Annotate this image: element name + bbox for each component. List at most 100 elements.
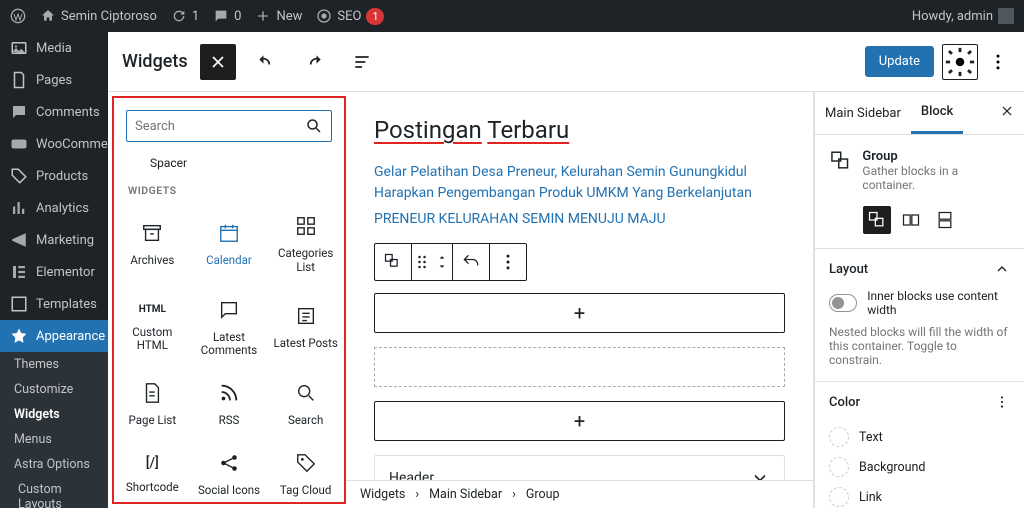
variation-group[interactable] <box>863 206 891 234</box>
color-background[interactable]: Background <box>829 452 1010 482</box>
crumb-widgets[interactable]: Widgets <box>360 487 405 502</box>
color-link[interactable]: Link <box>829 482 1010 508</box>
menu-appearance[interactable]: Appearance <box>0 320 108 352</box>
block-card: Group Gather blocks in a container. <box>815 135 1024 206</box>
list-view-button[interactable] <box>344 44 380 80</box>
panel-layout-header[interactable]: Layout <box>815 249 1024 289</box>
block-grid: Archives Calendar Categories List HTMLCu… <box>114 203 344 504</box>
wp-admin-menu: Media Pages Comments WooCommerce Product… <box>0 32 108 508</box>
more-icon <box>994 394 1010 410</box>
post-link-2[interactable]: PRENEUR KELURAHAN SEMIN MENUJU MAJU <box>374 209 785 230</box>
menu-analytics[interactable]: Analytics <box>0 192 108 224</box>
content-width-label: Inner blocks use content width <box>867 289 1010 317</box>
post-link-1[interactable]: Gelar Pelatihan Desa Preneur, Kelurahan … <box>374 162 785 204</box>
howdy-text: Howdy, admin <box>912 9 993 24</box>
inserter-search[interactable] <box>126 110 332 142</box>
howdy-link[interactable]: Howdy, admin <box>912 8 1014 24</box>
block-latest-posts[interactable]: Latest Posts <box>267 287 344 371</box>
submenu-customize[interactable]: Customize <box>0 377 108 402</box>
block-shortcode[interactable]: [/]Shortcode <box>114 440 191 504</box>
block-title: Group <box>862 149 1010 164</box>
block-more-button[interactable] <box>490 244 526 280</box>
block-latest-comments[interactable]: Latest Comments <box>191 287 268 371</box>
group-variations <box>815 206 1024 248</box>
block-archives[interactable]: Archives <box>114 203 191 287</box>
block-categories[interactable]: Categories List <box>267 203 344 287</box>
submenu-themes[interactable]: Themes <box>0 352 108 377</box>
layout-help: Nested blocks will fill the width of thi… <box>829 325 1010 367</box>
close-inserter-button[interactable] <box>200 44 236 80</box>
panel-layout: Layout Inner blocks use content width Ne… <box>815 248 1024 381</box>
block-tag-cloud[interactable]: Tag Cloud <box>267 440 344 504</box>
crumb-sidebar[interactable]: Main Sidebar <box>429 487 502 502</box>
block-toolbar <box>374 243 527 281</box>
drag-handle[interactable] <box>412 244 432 280</box>
search-input[interactable] <box>135 119 305 134</box>
panel-color: Color Text Background Link <box>815 381 1024 508</box>
site-name: Semin Ciptoroso <box>61 9 157 24</box>
transform-button[interactable] <box>453 244 489 280</box>
seo-link[interactable]: SEO1 <box>316 8 384 25</box>
new-label: New <box>276 9 302 24</box>
panel-color-header[interactable]: Color <box>815 382 1024 422</box>
close-settings-button[interactable] <box>990 104 1024 122</box>
editor-header: Widgets Update <box>108 32 1024 92</box>
redo-button[interactable] <box>296 44 332 80</box>
link-swatch <box>829 487 849 507</box>
site-name-link[interactable]: Semin Ciptoroso <box>40 8 157 24</box>
block-appender-1[interactable]: + <box>374 293 785 333</box>
menu-templates[interactable]: Templates <box>0 288 108 320</box>
comments-link[interactable]: 0 <box>213 8 241 24</box>
placeholder-block[interactable] <box>374 347 785 387</box>
inserter-group-title: WIDGETS <box>114 170 344 203</box>
page-title: Widgets <box>122 51 188 72</box>
search-icon <box>305 117 323 135</box>
variation-stack[interactable] <box>931 206 959 234</box>
block-rss[interactable]: RSS <box>191 370 268 440</box>
color-text[interactable]: Text <box>829 422 1010 452</box>
block-custom-html[interactable]: HTMLCustom HTML <box>114 287 191 371</box>
block-calendar[interactable]: Calendar <box>191 203 268 287</box>
undo-button[interactable] <box>248 44 284 80</box>
menu-elementor[interactable]: Elementor <box>0 256 108 288</box>
block-appender-2[interactable]: + <box>374 401 785 441</box>
block-type-button[interactable] <box>375 244 411 280</box>
more-options-button[interactable] <box>986 44 1010 80</box>
text-swatch <box>829 427 849 447</box>
block-page-list[interactable]: Page List <box>114 370 191 440</box>
new-link[interactable]: New <box>255 8 302 24</box>
submenu-menus[interactable]: Menus <box>0 427 108 452</box>
block-search[interactable]: Search <box>267 370 344 440</box>
content-width-toggle[interactable] <box>829 294 857 312</box>
menu-pages[interactable]: Pages <box>0 64 108 96</box>
wp-logo[interactable] <box>10 8 26 24</box>
chevron-up-icon <box>994 261 1010 277</box>
update-button[interactable]: Update <box>865 46 934 77</box>
submenu-custom-layouts[interactable]: Custom Layouts <box>0 477 108 508</box>
menu-marketing[interactable]: Marketing <box>0 224 108 256</box>
menu-media[interactable]: Media <box>0 32 108 64</box>
block-social-icons[interactable]: Social Icons <box>191 440 268 504</box>
group-icon <box>829 149 852 173</box>
settings-sidebar: Main Sidebar Block Group Gather blocks i… <box>814 92 1024 508</box>
menu-products[interactable]: Products <box>0 160 108 192</box>
latest-posts-heading: Postingan Terbaru <box>374 116 785 144</box>
admin-bar: Semin Ciptoroso 1 0 New SEO1 Howdy, admi… <box>0 0 1024 32</box>
widgets-editor: Widgets Update Spacer WIDGETS <box>108 32 1024 508</box>
submenu-astra[interactable]: Astra Options <box>0 452 108 477</box>
menu-woocommerce[interactable]: WooCommerce <box>0 128 108 160</box>
block-desc: Gather blocks in a container. <box>862 164 1010 192</box>
settings-toggle-button[interactable] <box>942 44 978 80</box>
crumb-group[interactable]: Group <box>526 487 560 502</box>
block-inserter-panel: Spacer WIDGETS Archives Calendar Categor… <box>112 96 346 504</box>
editor-canvas: Postingan Terbaru Gelar Pelatihan Desa P… <box>346 92 814 508</box>
variation-row[interactable] <box>897 206 925 234</box>
tab-widget-area[interactable]: Main Sidebar <box>815 94 911 133</box>
move-button[interactable] <box>432 244 452 280</box>
updates-count: 1 <box>192 9 199 24</box>
tab-block[interactable]: Block <box>911 92 963 134</box>
updates-link[interactable]: 1 <box>171 8 199 24</box>
block-spacer[interactable]: Spacer <box>114 154 344 170</box>
menu-comments[interactable]: Comments <box>0 96 108 128</box>
submenu-widgets[interactable]: Widgets <box>0 402 108 427</box>
